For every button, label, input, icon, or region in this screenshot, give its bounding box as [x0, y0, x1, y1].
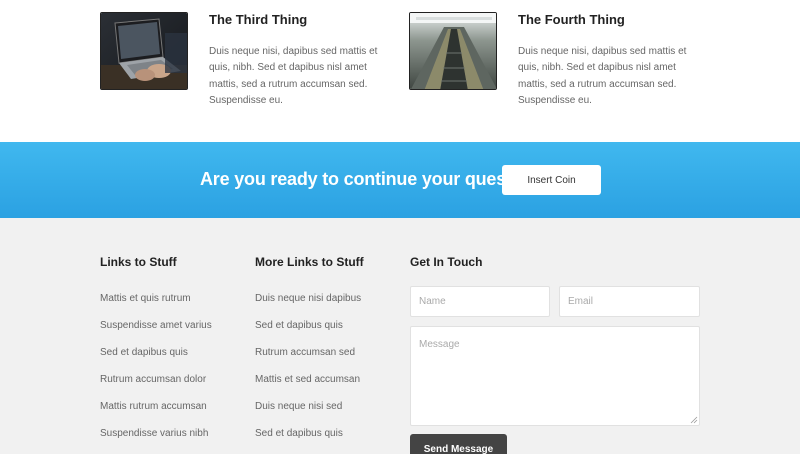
feature-title: The Fourth Thing [518, 12, 625, 27]
more-links-column-title: More Links to Stuff [255, 255, 364, 269]
list-item: Duis neque nisi sed [255, 401, 361, 428]
footer-link[interactable]: Suspendisse varius nibh [100, 428, 208, 439]
feature-description: Duis neque nisi, dapibus sed mattis et q… [518, 46, 687, 107]
links-list: Mattis et quis rutrum Suspendisse amet v… [100, 293, 212, 454]
list-item: Mattis et sed accumsan [255, 374, 361, 401]
footer-link[interactable]: Rutrum accumsan sed [255, 347, 355, 358]
footer-link[interactable]: Sed et dapibus quis [100, 347, 188, 358]
message-textarea[interactable] [410, 326, 700, 426]
feature-third: The Third Thing Duis neque nisi, dapibus… [100, 12, 400, 132]
footer-link[interactable]: Sed et dapibus quis [255, 428, 343, 439]
feature-fourth: The Fourth Thing Duis neque nisi, dapibu… [409, 12, 709, 132]
list-item: Rutrum accumsan sed [255, 347, 361, 374]
name-input[interactable] [410, 286, 550, 317]
contact-title: Get In Touch [410, 255, 483, 269]
footer-link[interactable]: Duis neque nisi sed [255, 401, 342, 412]
cta-banner: Are you ready to continue your quest? In… [0, 142, 800, 218]
footer-link[interactable]: Mattis rutrum accumsan [100, 401, 207, 412]
footer-link[interactable]: Mattis et quis rutrum [100, 293, 191, 304]
resize-grip-icon[interactable] [690, 416, 698, 424]
feature-title: The Third Thing [209, 12, 308, 27]
footer: Links to Stuff Mattis et quis rutrum Sus… [0, 218, 800, 454]
cta-heading: Are you ready to continue your quest? [200, 169, 523, 189]
links-column-title: Links to Stuff [100, 255, 177, 269]
features-section: The Third Thing Duis neque nisi, dapibus… [0, 0, 800, 142]
footer-link[interactable]: Duis neque nisi dapibus [255, 293, 361, 304]
laptop-photo [100, 12, 188, 90]
send-message-button[interactable]: Send Message [410, 434, 507, 454]
footer-link[interactable]: Suspendisse amet varius [100, 320, 212, 331]
list-item: Suspendisse amet varius [100, 320, 212, 347]
footer-link[interactable]: Sed et dapibus quis [255, 320, 343, 331]
list-item: Mattis rutrum accumsan [100, 401, 212, 428]
list-item: Suspendisse varius nibh [100, 428, 212, 454]
list-item: Sed et dapibus quis [100, 347, 212, 374]
footer-link[interactable]: Mattis et sed accumsan [255, 374, 360, 385]
more-links-list: Duis neque nisi dapibus Sed et dapibus q… [255, 293, 361, 454]
list-item: Mattis et quis rutrum [100, 293, 212, 320]
footer-link[interactable]: Rutrum accumsan dolor [100, 374, 206, 385]
list-item: Duis neque nisi dapibus [255, 293, 361, 320]
email-input[interactable] [559, 286, 700, 317]
feature-description: Duis neque nisi, dapibus sed mattis et q… [209, 46, 378, 107]
escalator-photo [409, 12, 497, 90]
list-item: Sed et dapibus quis [255, 320, 361, 347]
list-item: Rutrum accumsan dolor [100, 374, 212, 401]
list-item: Sed et dapibus quis [255, 428, 361, 454]
insert-coin-button[interactable]: Insert Coin [502, 165, 601, 195]
